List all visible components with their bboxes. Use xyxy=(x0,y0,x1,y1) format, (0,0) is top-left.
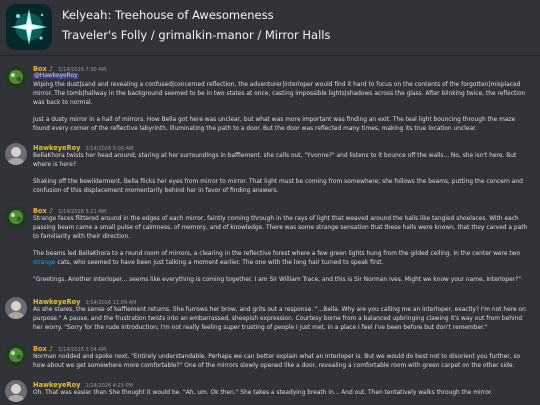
user-mention[interactable]: @HawkeyeRoy xyxy=(33,73,79,79)
message-paragraph: The beams led BellaKhora to a round room… xyxy=(33,251,521,257)
message-paragraph: As she stares, the sense of baffiement r… xyxy=(33,307,526,331)
message-author[interactable]: HawkeyeRoy xyxy=(33,144,80,152)
message-author[interactable]: Box xyxy=(33,345,47,353)
avatar[interactable] xyxy=(5,206,27,228)
server-icon[interactable] xyxy=(6,4,52,50)
message-content: Oh. That was easier than She thought it … xyxy=(33,389,533,398)
message-content: As she stares, the sense of baffiement r… xyxy=(33,306,533,333)
channel-path[interactable]: Traveler's Folly / grimalkin-manor / Mir… xyxy=(62,28,330,42)
message-paragraph: Wiping the dust|sand and revealing a con… xyxy=(33,82,526,106)
message-paragraph: Norman nodded and spoke next. "Entirely … xyxy=(33,354,521,369)
channel-header: Kelyeah: Treehouse of Awesomeness Travel… xyxy=(0,0,540,56)
message-paragraph: Shaking off the bewilderment, Bella flic… xyxy=(33,179,523,194)
message-author[interactable]: HawkeyeRoy xyxy=(33,381,80,389)
message-author[interactable]: Box xyxy=(33,207,47,215)
avatar[interactable] xyxy=(5,143,27,165)
avatar[interactable] xyxy=(5,380,27,402)
message-author[interactable]: HawkeyeRoy xyxy=(33,298,80,306)
message-paragraph: Strange faces flittered around in the ed… xyxy=(33,216,528,240)
message-paragraph: "Greetings. Another Interloper... seems … xyxy=(33,277,522,283)
message-content: Norman nodded and spoke next. "Entirely … xyxy=(33,353,533,371)
avatar[interactable] xyxy=(5,344,27,366)
avatar[interactable] xyxy=(5,66,27,88)
message-paragraph: Oh. That was easier than She thought it … xyxy=(33,390,493,396)
message-paragraph: cats, who seemed to have been just talki… xyxy=(57,260,384,266)
message-content: Strange faces flittered around in the ed… xyxy=(33,215,533,285)
server-title: Kelyeah: Treehouse of Awesomeness xyxy=(62,8,274,22)
avatar[interactable] xyxy=(5,297,27,319)
message-paragraph: BellaKhora twists her head around, stari… xyxy=(33,153,517,168)
music-note-icon: ♪ xyxy=(48,207,54,215)
message-content: BellaKhora twists her head around, stari… xyxy=(33,152,533,196)
message-paragraph: Just a dusty mirror in a hall of mirrors… xyxy=(33,117,516,132)
music-note-icon: ♪ xyxy=(48,345,54,353)
strange-link[interactable]: strange xyxy=(33,260,56,266)
message-content: @HawkeyeRoy Wiping the dust|sand and rev… xyxy=(33,72,533,134)
